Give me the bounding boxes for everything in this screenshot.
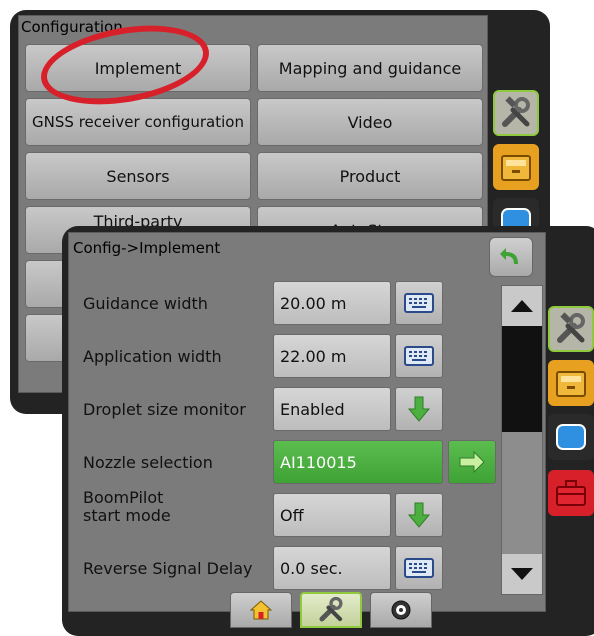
implement-title: Config->Implement — [73, 239, 221, 257]
reverse-signal-delay-keyboard-button[interactable] — [395, 546, 443, 590]
droplet-size-monitor-label: Droplet size monitor — [83, 400, 246, 419]
implement-screen: Config->Implement Guidance width 20.00 m… — [68, 232, 546, 612]
mapping-guidance-button[interactable]: Mapping and guidance — [257, 44, 483, 92]
scroll-down-button[interactable] — [502, 554, 542, 594]
guidance-width-label: Guidance width — [83, 294, 208, 313]
tools-bottom-tab[interactable] — [300, 592, 362, 628]
boompilot-start-mode-dropdown[interactable] — [395, 493, 443, 537]
home-icon — [250, 600, 272, 620]
console-tab[interactable] — [493, 144, 539, 190]
down-arrow-icon — [407, 502, 431, 528]
sensors-button[interactable]: Sensors — [25, 152, 251, 200]
scroll-up-button[interactable] — [502, 286, 542, 326]
triangle-up-icon — [511, 300, 533, 312]
toolbox-tab[interactable] — [548, 470, 594, 516]
screen-icon — [556, 424, 586, 450]
tools-icon — [557, 312, 585, 343]
tools-icon — [502, 96, 530, 127]
nozzle-selection-next-button[interactable] — [448, 440, 496, 484]
boompilot-start-mode-value[interactable]: Off — [273, 493, 391, 537]
implement-panel: Config->Implement Guidance width 20.00 m… — [62, 226, 594, 636]
back-arrow-icon — [500, 248, 518, 264]
tools-tab[interactable] — [493, 90, 539, 136]
console-icon — [556, 371, 586, 397]
application-width-label: Application width — [83, 347, 222, 366]
back-button[interactable] — [489, 237, 533, 277]
console-icon — [501, 155, 531, 181]
tools-icon — [319, 596, 343, 622]
triangle-down-icon — [511, 568, 533, 580]
boompilot-start-mode-label: BoomPilot start mode — [83, 488, 171, 525]
application-width-keyboard-button[interactable] — [395, 334, 443, 378]
scroll-thumb[interactable] — [502, 326, 542, 432]
application-width-value[interactable]: 22.00 m — [273, 334, 391, 378]
guidance-width-value[interactable]: 20.00 m — [273, 281, 391, 325]
video-button[interactable]: Video — [257, 98, 483, 146]
droplet-size-monitor-dropdown[interactable] — [395, 387, 443, 431]
screen-tab[interactable] — [548, 414, 594, 460]
bottom-navigation — [230, 592, 446, 630]
keyboard-icon — [404, 346, 434, 366]
nozzle-selection-value[interactable]: AI110015 — [273, 440, 443, 484]
droplet-size-monitor-value[interactable]: Enabled — [273, 387, 391, 431]
keyboard-icon — [404, 293, 434, 313]
right-arrow-icon — [459, 450, 485, 474]
guidance-width-keyboard-button[interactable] — [395, 281, 443, 325]
reverse-signal-delay-label: Reverse Signal Delay — [83, 559, 253, 578]
gauge-icon — [391, 600, 411, 620]
reverse-signal-delay-value[interactable]: 0.0 sec. — [273, 546, 391, 590]
toolbox-icon — [556, 480, 586, 506]
gauge-tab[interactable] — [370, 592, 432, 628]
home-tab[interactable] — [230, 592, 292, 628]
gnss-receiver-button[interactable]: GNSS receiver configuration — [25, 98, 251, 146]
console-tab[interactable] — [548, 360, 594, 406]
nozzle-selection-label: Nozzle selection — [83, 453, 213, 472]
product-button[interactable]: Product — [257, 152, 483, 200]
tools-tab[interactable] — [548, 306, 594, 352]
scrollbar[interactable] — [501, 285, 543, 595]
down-arrow-icon — [407, 396, 431, 422]
keyboard-icon — [404, 558, 434, 578]
